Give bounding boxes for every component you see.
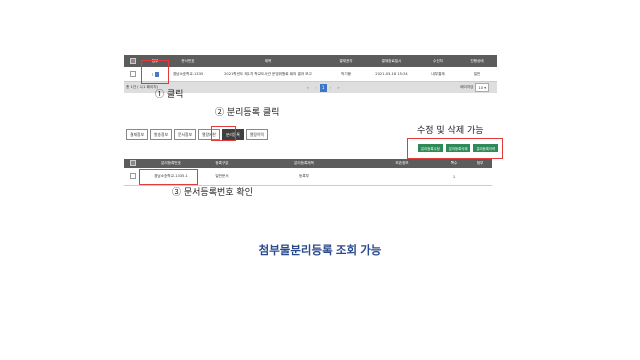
col-reg-type: 등록구분 [215, 161, 229, 165]
action-buttons: 분리등록수정 분리등록삭제 분리등록이력 [418, 144, 499, 152]
select-all-checkbox[interactable] [130, 160, 136, 166]
annotation-step1: ① 클릭 [155, 90, 184, 100]
col-recipient: 수신처 [433, 58, 443, 63]
highlight-reg-number [139, 169, 198, 185]
doc-title[interactable]: 2021학년도 제1차 학교도서관 운영위원회 회의 결과 보고 [208, 72, 328, 77]
doc-number: 경남소호학교-1335 [172, 71, 204, 76]
col-reg-number: 분리등록번호 [161, 161, 181, 165]
col-date: 결재완료일시 [381, 58, 402, 63]
highlight-attachment [141, 60, 169, 84]
detail-tabs: 결재정보 발송정보 문서정보 열람제한 분리등록 열람이력 [126, 129, 268, 140]
col-attach: 첨부 [476, 161, 484, 165]
approval-date: 2021-03-18 15:24 [375, 72, 408, 76]
tab-view-history[interactable]: 열람이력 [245, 129, 268, 140]
per-page-label: 페이지당 [460, 85, 474, 89]
status: 일반 [473, 71, 481, 76]
col-approver: 결재권자 [339, 58, 353, 63]
tab-send-info[interactable]: 발송정보 [149, 129, 172, 140]
table-header: 분리등록번호 등록구분 분리등록제목 보존정보 쪽수 첨부 [124, 159, 492, 168]
annotation-step2: ② 분리등록 클릭 [215, 108, 280, 118]
chevron-down-icon: ▾ [484, 85, 486, 90]
col-status: 진행상태 [470, 58, 484, 63]
separate-edit-button[interactable]: 분리등록수정 [418, 144, 443, 152]
first-page-icon[interactable]: « [307, 85, 309, 90]
prev-page-icon[interactable]: ‹ [315, 85, 317, 90]
table-header: 첨부 문서번호 제목 결재권자 결재완료일시 수신처 진행상태 [124, 55, 497, 67]
pages: 1 [452, 174, 456, 179]
row-checkbox[interactable] [130, 173, 136, 179]
annotation-step3: ③ 문서등록번호 확인 [172, 188, 253, 198]
next-page-icon[interactable]: › [330, 85, 332, 90]
select-all-checkbox[interactable] [130, 57, 136, 64]
approver: 박기봉 [341, 71, 351, 76]
tab-doc-info[interactable]: 문서정보 [173, 129, 196, 140]
page-number[interactable]: 1 [319, 83, 327, 92]
col-reg-title: 분리등록제목 [294, 161, 314, 165]
separate-delete-button[interactable]: 분리등록삭제 [445, 144, 471, 152]
reg-type: 일반문서 [215, 174, 229, 178]
col-title: 제목 [264, 58, 272, 63]
highlight-tab [211, 126, 236, 141]
col-doc-number: 문서번호 [181, 58, 195, 63]
col-retention: 보존정보 [395, 161, 409, 165]
table-row[interactable]: 1 경남소호학교-1335 2021학년도 제1차 학교도서관 운영위원회 회의… [124, 67, 497, 82]
annotation-edit-delete: 수정 및 삭제 가능 [417, 126, 484, 136]
per-page-select[interactable]: 10 ▾ [475, 83, 489, 92]
tab-approval-info[interactable]: 결재정보 [126, 129, 148, 140]
last-page-icon[interactable]: » [337, 85, 339, 90]
col-pages: 쪽수 [450, 161, 458, 165]
caption-text: 첨부물분리등록 조회 가능 [258, 245, 382, 257]
separate-history-button[interactable]: 분리등록이력 [473, 144, 499, 152]
pagination: « ‹ 1 › » [186, 83, 460, 92]
reg-title: 등록부 [299, 174, 309, 178]
row-checkbox[interactable] [130, 70, 136, 77]
recipient: 내부결재 [431, 71, 445, 76]
